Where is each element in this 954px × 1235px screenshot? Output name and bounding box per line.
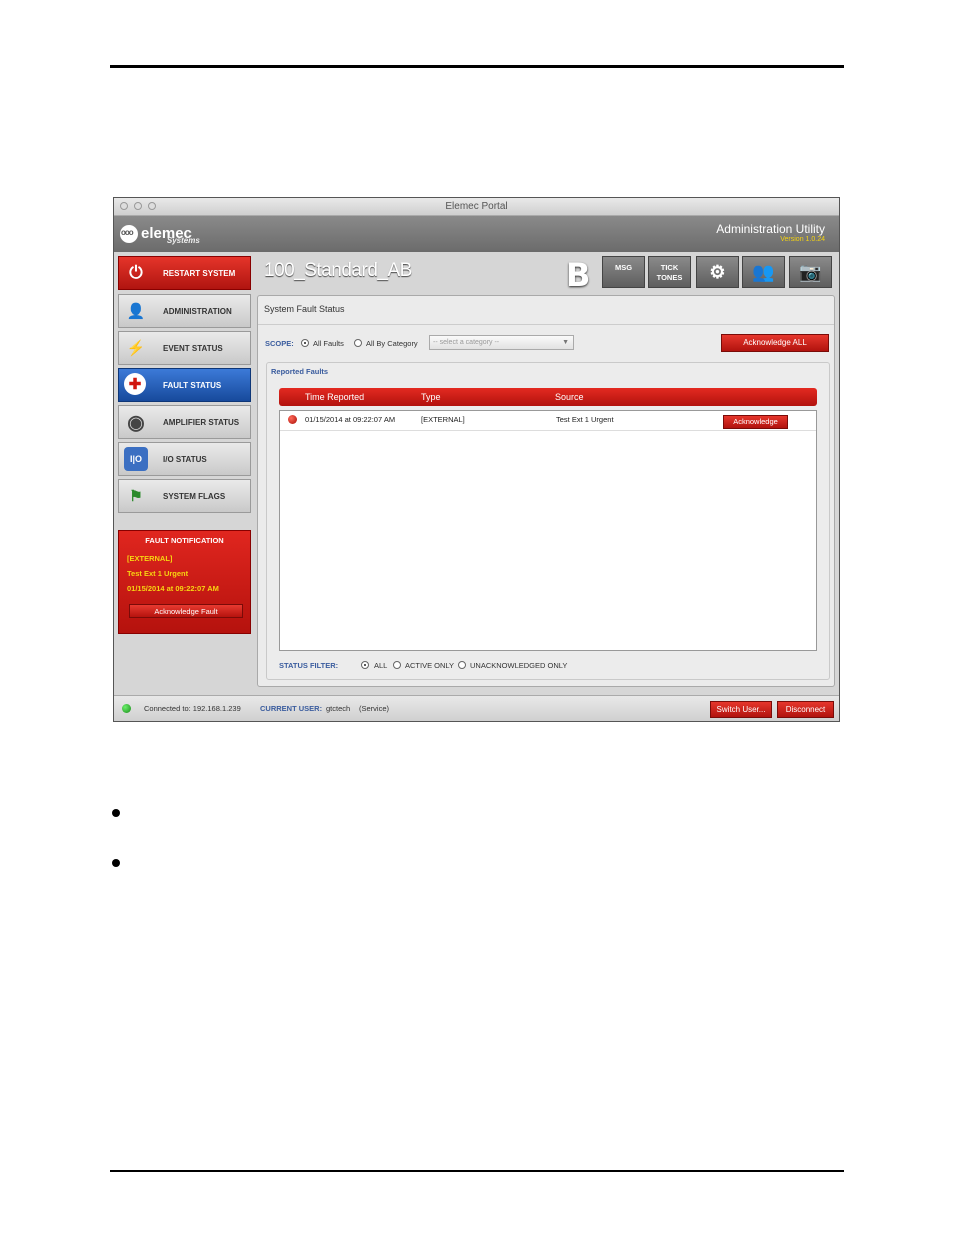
status-bar: Connected to: 192.168.1.239 CURRENT USER… [114,695,839,721]
scope-by-category-label: All By Category [366,339,418,348]
sidebar-item-label: AMPLIFIER STATUS [163,418,240,427]
camera-button[interactable]: 📷 [789,256,832,288]
page-bottom-rule [110,1170,844,1172]
tick-tones-button[interactable]: TICK TONES [648,256,691,288]
disconnect-button[interactable]: Disconnect [777,701,834,718]
close-window-button[interactable] [120,202,128,210]
speaker-icon: ◉ [127,411,145,434]
column-header[interactable]: Source [555,392,584,402]
status-filter-label: STATUS FILTER: [279,661,339,670]
camera-icon: 📷 [799,262,822,282]
elemec-logo: elemec Systems [120,222,200,245]
current-user: gtctech [326,704,351,713]
sidebar-item-fault-status[interactable]: ✚ FAULT STATUS [118,368,251,402]
acknowledge-all-button[interactable]: Acknowledge ALL [721,334,829,352]
app-window: Elemec Portal elemec Systems Administrat… [113,197,840,722]
acknowledge-row-button[interactable]: Acknowledge [723,415,788,429]
window-title: Elemec Portal [445,201,508,212]
admin-user-icon: 👤 [126,303,146,320]
main-area: ⏻ RESTART SYSTEM 👤 ADMINISTRATION ⚡ EVEN… [114,252,839,692]
filter-all-radio[interactable] [361,661,369,669]
column-header[interactable]: Time Reported [305,392,364,402]
app-title: Administration Utility Version 1.0.24 [716,222,825,243]
reported-faults-title: Reported Faults [271,367,329,376]
settings-button[interactable]: ⚙ [696,256,739,288]
page-top-rule [110,65,844,68]
current-user-role: (Service) [359,704,390,713]
column-header[interactable]: Type [421,392,441,402]
chevron-down-icon: ▼ [562,339,569,346]
filter-unacknowledged-label: UNACKNOWLEDGED ONLY [470,661,568,670]
fault-notification: FAULT NOTIFICATION [EXTERNAL] Test Ext 1… [118,530,251,634]
scope-all-faults-radio[interactable] [301,339,309,347]
msg-button[interactable]: MSG [602,256,645,288]
current-user-label: CURRENT USER: [260,704,323,713]
filter-active-radio[interactable] [393,661,401,669]
sidebar-item-amplifier-status[interactable]: ◉ AMPLIFIER STATUS [118,405,251,439]
fault-time: 01/15/2014 at 09:22:07 AM [305,415,396,424]
sidebar-item-event-status[interactable]: ⚡ EVENT STATUS [118,331,251,365]
sidebar-item-administration[interactable]: 👤 ADMINISTRATION [118,294,251,328]
scope-by-category-radio[interactable] [354,339,362,347]
system-b-badge: B [566,256,591,294]
filter-unacknowledged-radio[interactable] [458,661,466,669]
faults-table-header: Time Reported Type Source [279,388,817,406]
notification-title: FAULT NOTIFICATION [145,536,224,545]
logo-mark-icon [120,224,138,243]
fault-indicator-icon [288,415,297,424]
faults-table-body: 01/15/2014 at 09:22:07 AM [EXTERNAL] Tes… [279,410,817,651]
switch-user-button[interactable]: Switch User... [710,701,772,718]
zoom-window-button[interactable] [148,202,156,210]
gears-icon: ⚙ [709,262,726,282]
io-icon: I|O [124,447,148,471]
scope-all-faults-label: All Faults [313,339,344,348]
connection-text: Connected to: 192.168.1.239 [144,704,241,713]
sidebar-item-label: FAULT STATUS [163,381,222,390]
filter-all-label: ALL [374,661,388,670]
app-header: elemec Systems Administration Utility Ve… [114,216,839,252]
table-row[interactable]: 01/15/2014 at 09:22:07 AM [EXTERNAL] Tes… [280,411,816,431]
fault-type: [EXTERNAL] [421,415,465,424]
bullet-point [112,809,120,817]
site-name: 100_Standard_AB [264,260,412,281]
filter-active-label: ACTIVE ONLY [405,661,455,670]
users-icon: 👥 [752,262,775,282]
reported-faults-box: Reported Faults Time Reported Type Sourc… [266,362,830,680]
scope-label: SCOPE: [265,339,294,348]
red-cross-icon: ✚ [124,373,146,395]
flags-icon: ⚑ [129,488,143,505]
sidebar-item-label: SYSTEM FLAGS [163,492,226,501]
sidebar-item-label: EVENT STATUS [163,344,223,353]
notification-time: 01/15/2014 at 09:22:07 AM [127,584,219,593]
app-version: Version 1.0.24 [780,236,825,243]
sidebar-item-label: ADMINISTRATION [163,307,232,316]
category-select[interactable]: -- select a category -- ▼ [429,335,574,350]
power-icon: ⏻ [129,263,143,282]
restart-system-button[interactable]: ⏻ RESTART SYSTEM [118,256,251,290]
fault-source: Test Ext 1 Urgent [556,415,614,424]
panel-title: System Fault Status [264,304,345,314]
divider [258,324,834,325]
bullet-point [112,859,120,867]
sidebar-item-label: I/O STATUS [163,455,207,464]
notification-type: [EXTERNAL] [127,554,173,563]
title-bar: Elemec Portal [114,198,839,216]
lightning-icon: ⚡ [126,340,146,357]
fault-status-panel: System Fault Status SCOPE: All Faults Al… [257,295,835,687]
minimize-window-button[interactable] [134,202,142,210]
acknowledge-fault-button[interactable]: Acknowledge Fault [129,604,243,618]
sidebar-item-io-status[interactable]: I|O I/O STATUS [118,442,251,476]
notification-source: Test Ext 1 Urgent [127,569,189,578]
users-button[interactable]: 👥 [742,256,785,288]
connection-status-icon [122,704,131,713]
sidebar-item-system-flags[interactable]: ⚑ SYSTEM FLAGS [118,479,251,513]
